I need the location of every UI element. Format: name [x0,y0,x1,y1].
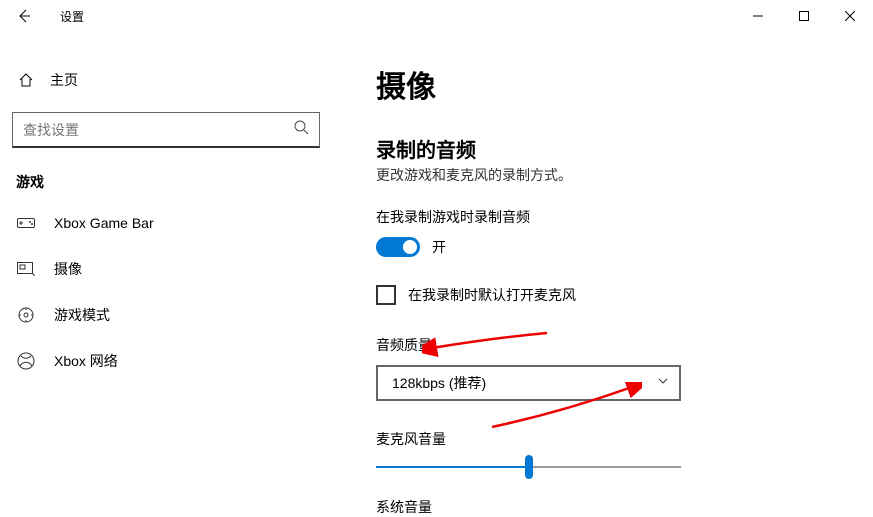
mic-checkbox-label: 在我录制时默认打开麦克风 [408,285,576,305]
audio-quality-dropdown[interactable]: 128kbps (推荐) [376,365,681,401]
maximize-icon [799,11,809,21]
section-desc: 更改游戏和麦克风的录制方式。 [376,165,833,185]
arrow-left-icon [16,8,32,24]
audio-quality-label: 音频质量 [376,335,833,355]
sidebar-item-xbox-game-bar[interactable]: Xbox Game Bar [0,200,332,246]
minimize-button[interactable] [735,0,781,32]
toggle-state-label: 开 [432,237,446,257]
search-input[interactable] [23,122,293,138]
sidebar-item-label: 游戏模式 [54,305,110,325]
sidebar-item-xbox-network[interactable]: Xbox 网络 [0,338,332,384]
sidebar: 主页 游戏 [0,32,332,507]
sidebar-item-game-mode[interactable]: 游戏模式 [0,292,332,338]
sidebar-item-label: Xbox 网络 [54,351,118,371]
home-icon [16,72,36,88]
slider-track-fill [376,466,529,468]
search-box[interactable] [12,112,320,148]
home-nav[interactable]: 主页 [0,62,332,98]
window-title: 设置 [60,8,84,25]
mic-default-checkbox[interactable] [376,285,396,305]
content-area: 摄像 录制的音频 更改游戏和麦克风的录制方式。 在我录制游戏时录制音频 开 在我… [332,32,873,507]
category-label: 游戏 [0,156,332,200]
capture-icon [16,262,36,276]
slider-track-empty [529,466,682,468]
close-button[interactable] [827,0,873,32]
maximize-button[interactable] [781,0,827,32]
system-volume-label: 系统音量 [376,497,833,517]
page-title: 摄像 [376,62,833,106]
dropdown-value: 128kbps (推荐) [392,373,486,393]
section-title: 录制的音频 [376,134,833,163]
mic-volume-slider[interactable] [376,459,681,475]
chevron-down-icon [657,374,669,392]
sidebar-item-label: 摄像 [54,259,82,279]
close-icon [845,11,855,21]
toggle-knob [403,240,417,254]
sidebar-item-label: Xbox Game Bar [54,215,154,231]
game-mode-icon [16,306,36,324]
slider-thumb[interactable] [525,455,533,479]
game-bar-icon [16,216,36,230]
sidebar-item-capture[interactable]: 摄像 [0,246,332,292]
back-button[interactable] [8,0,40,32]
minimize-icon [753,11,763,21]
home-label: 主页 [50,70,78,90]
search-icon [293,119,309,140]
record-audio-label: 在我录制游戏时录制音频 [376,207,833,227]
record-audio-toggle[interactable] [376,237,420,257]
mic-volume-label: 麦克风音量 [376,429,833,449]
xbox-network-icon [16,352,36,370]
